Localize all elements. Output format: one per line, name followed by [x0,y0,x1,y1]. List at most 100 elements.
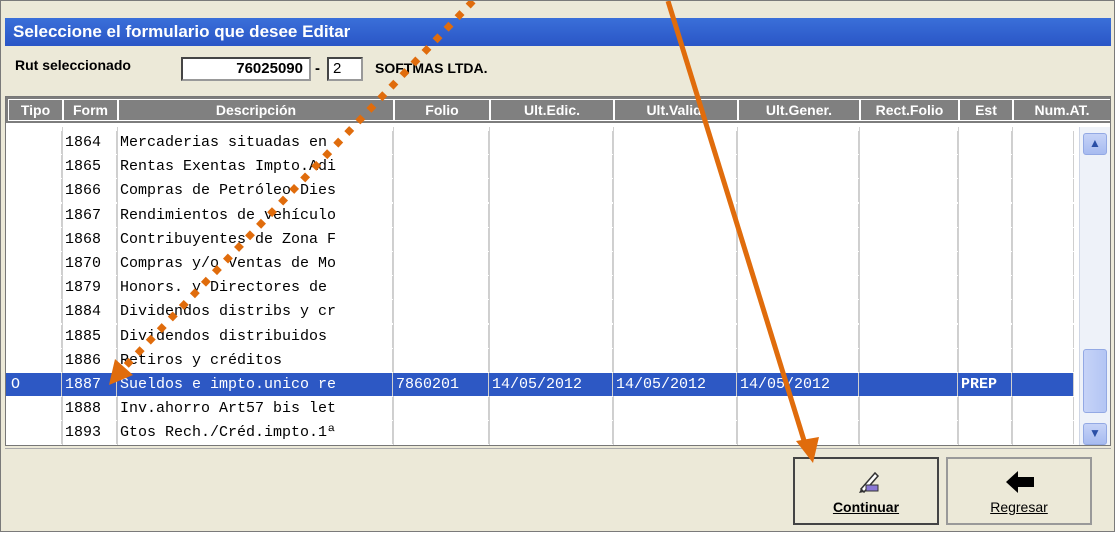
cell-est [958,300,1012,323]
table-row[interactable]: 1866Compras de Petróleo Dies [6,179,1074,202]
grid-header: Tipo Form Descripción Folio Ult.Edic. Ul… [6,97,1111,123]
table-row[interactable]: 1879Honors. y Directores de [6,276,1074,299]
cell-desc: Compras y/o Ventas de Mo [117,252,393,275]
table-row[interactable]: 1884Dividendos distribs y cr [6,300,1074,323]
cell-rect [859,131,958,154]
cell-numat [1012,421,1074,444]
cell-est [958,252,1012,275]
cell-desc: Gtos Rech./Créd.impto.1ª [117,421,393,444]
pencil-eraser-icon [853,465,883,495]
cell-gener [737,276,859,299]
rut-number-field[interactable]: 76025090 [181,57,311,81]
cell-form: 1879 [62,276,117,299]
cell-form: 1884 [62,300,117,323]
cell-edic [489,179,613,202]
cell-tipo [8,252,62,275]
cell-est [958,155,1012,178]
cell-desc: Mercaderias situadas en [117,131,393,154]
table-row[interactable]: 1864Mercaderias situadas en [6,131,1074,154]
cell-tipo [8,300,62,323]
cell-valid [613,421,737,444]
table-row[interactable]: 1886Retiros y créditos [6,349,1074,372]
scroll-down-icon[interactable]: ▼ [1083,423,1107,445]
cell-valid [613,252,737,275]
cell-desc: Dividendos distribuidos [117,325,393,348]
table-row[interactable]: 1888Inv.ahorro Art57 bis let [6,397,1074,420]
column-header-descripcion[interactable]: Descripción [118,99,394,121]
cell-numat [1012,131,1074,154]
table-row[interactable]: 1865Rentas Exentas Impto.Adi [6,155,1074,178]
cell-est [958,131,1012,154]
column-header-num-at[interactable]: Num.AT. [1013,99,1111,121]
cell-tipo [8,397,62,420]
cell-rect [859,421,958,444]
vertical-scrollbar[interactable]: ▲ ▼ [1079,127,1110,446]
column-header-rect-folio[interactable]: Rect.Folio [860,99,959,121]
column-header-est[interactable]: Est [959,99,1013,121]
continuar-button[interactable]: Continuar [793,457,939,525]
cell-rect [859,300,958,323]
cell-folio [393,397,489,420]
rut-dv-field[interactable]: 2 [327,57,363,81]
cell-edic [489,349,613,372]
cell-tipo [8,325,62,348]
cell-valid [613,349,737,372]
cell-rect [859,325,958,348]
table-row[interactable]: 1867Rendimientos de vehículo [6,204,1074,227]
column-header-ult-valid[interactable]: Ult.Valid. [614,99,738,121]
cell-numat [1012,397,1074,420]
regresar-button[interactable]: Regresar [946,457,1092,525]
cell-rect [859,373,958,396]
cell-tipo [8,228,62,251]
cell-valid [613,300,737,323]
cell-numat [1012,349,1074,372]
column-header-ult-gener[interactable]: Ult.Gener. [738,99,860,121]
cell-desc: Dividendos distribs y cr [117,300,393,323]
table-row[interactable]: 1870Compras y/o Ventas de Mo [6,252,1074,275]
cell-numat [1012,276,1074,299]
cell-desc: Contribuyentes de Zona F [117,228,393,251]
cell-edic [489,252,613,275]
scroll-thumb[interactable] [1083,349,1107,413]
cell-edic [489,300,613,323]
cell-tipo [8,131,62,154]
cell-desc: Inv.ahorro Art57 bis let [117,397,393,420]
cell-gener [737,204,859,227]
cell-gener [737,155,859,178]
column-header-tipo[interactable]: Tipo [8,99,63,121]
cell-desc: Rentas Exentas Impto.Adi [117,155,393,178]
cell-rect [859,228,958,251]
column-header-folio[interactable]: Folio [394,99,490,121]
cell-tipo [8,421,62,444]
table-row[interactable]: 1893Gtos Rech./Créd.impto.1ª [6,421,1074,444]
cell-form: 1893 [62,421,117,444]
cell-est: PREP [958,373,1012,396]
forms-grid[interactable]: Tipo Form Descripción Folio Ult.Edic. Ul… [5,96,1111,446]
cell-tipo [8,179,62,202]
cell-numat [1012,155,1074,178]
cell-est [958,349,1012,372]
column-header-ult-edic[interactable]: Ult.Edic. [490,99,614,121]
cell-form: 1866 [62,179,117,202]
cell-folio [393,325,489,348]
cell-gener [737,228,859,251]
cell-gener [737,397,859,420]
column-header-form[interactable]: Form [63,99,118,121]
table-row[interactable]: 1868Contribuyentes de Zona F [6,228,1074,251]
cell-folio [393,349,489,372]
scroll-up-icon[interactable]: ▲ [1083,133,1107,155]
cell-numat [1012,228,1074,251]
cell-folio [393,179,489,202]
cell-valid [613,397,737,420]
table-row[interactable]: 1885Dividendos distribuidos [6,325,1074,348]
cell-form: 1886 [62,349,117,372]
cell-folio [393,252,489,275]
cell-desc: Honors. y Directores de [117,276,393,299]
table-row[interactable]: O1887Sueldos e impto.unico re786020114/0… [6,373,1074,396]
cell-edic: 14/05/2012 [489,373,613,396]
cell-edic [489,155,613,178]
cell-tipo [8,276,62,299]
cell-gener [737,421,859,444]
cell-desc: Retiros y créditos [117,349,393,372]
cell-gener: 14/05/2012 [737,373,859,396]
